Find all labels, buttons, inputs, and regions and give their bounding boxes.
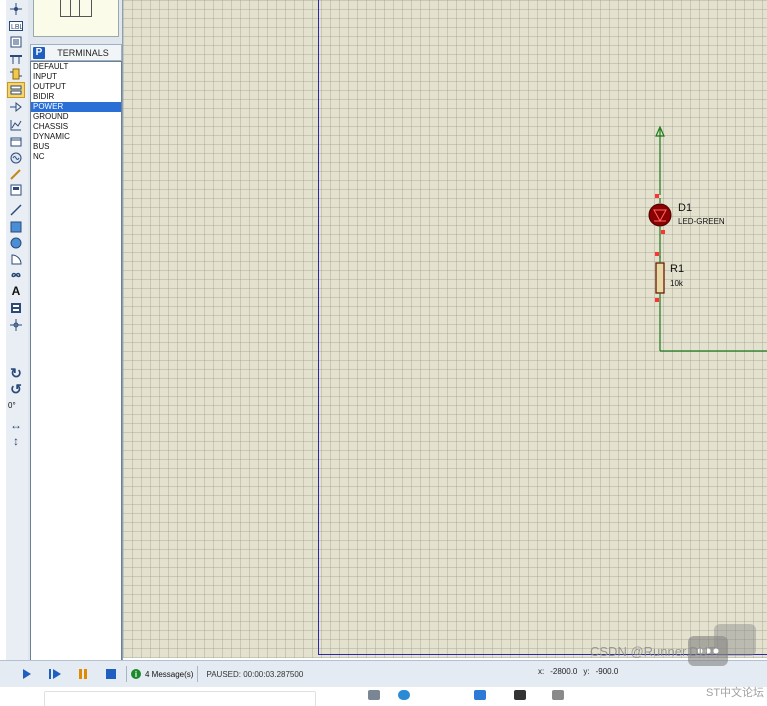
step-button[interactable] bbox=[44, 664, 66, 684]
cursor-coordinates: x: -2800.0 y: -900.0 bbox=[538, 667, 624, 676]
d1-anode-pin bbox=[655, 194, 659, 198]
box-tool-icon[interactable] bbox=[8, 220, 24, 234]
terminal-item-input[interactable]: INPUT bbox=[31, 72, 121, 82]
status-bar: i 4 Message(s) PAUSED: 00:00:03.287500 x… bbox=[0, 660, 767, 687]
terminal-item-bus[interactable]: BUS bbox=[31, 142, 121, 152]
y-value: -900.0 bbox=[595, 667, 619, 676]
taskbar-app-icon[interactable] bbox=[398, 690, 410, 700]
terminals-tool-icon[interactable] bbox=[7, 82, 25, 98]
r1-ref-label[interactable]: R1 bbox=[670, 263, 684, 275]
schematic-drawing bbox=[648, 125, 767, 352]
terminal-item-default[interactable]: DEFAULT bbox=[31, 62, 121, 72]
terminal-item-bidir[interactable]: BIDIR bbox=[31, 92, 121, 102]
status-separator bbox=[197, 666, 199, 682]
status-separator bbox=[126, 666, 127, 682]
rotate-clockwise-icon[interactable]: ↻ bbox=[8, 365, 24, 381]
taskbar-app-icon[interactable] bbox=[368, 690, 380, 700]
circle-tool-icon[interactable] bbox=[8, 236, 24, 250]
d1-ref-label[interactable]: D1 bbox=[678, 202, 692, 214]
play-button[interactable] bbox=[16, 664, 38, 684]
path-tool-icon[interactable] bbox=[8, 268, 24, 282]
terminal-item-output[interactable]: OUTPUT bbox=[31, 82, 121, 92]
watermark-text: CSDN @Runner.DUT bbox=[590, 644, 716, 659]
text-tool-icon[interactable]: A bbox=[8, 284, 24, 298]
tape-tool-icon[interactable] bbox=[8, 135, 24, 149]
overview-view-rect bbox=[70, 0, 80, 16]
d1-cathode-pin bbox=[661, 230, 665, 234]
r1-bottom-pin bbox=[655, 298, 659, 302]
stop-button[interactable] bbox=[100, 664, 122, 684]
taskbar bbox=[0, 687, 767, 706]
marker-tool-icon[interactable] bbox=[8, 318, 24, 332]
message-count-text: 4 Message(s) bbox=[145, 669, 194, 679]
r1-top-pin bbox=[655, 252, 659, 256]
terminal-item-nc[interactable]: NC bbox=[31, 152, 121, 162]
power-terminal-symbol[interactable] bbox=[655, 125, 665, 195]
text-script-tool-icon[interactable] bbox=[8, 35, 24, 49]
message-count[interactable]: i 4 Message(s) bbox=[131, 669, 193, 679]
wire-label-tool-icon[interactable]: LBL bbox=[8, 19, 24, 33]
y-label: y: bbox=[583, 667, 590, 676]
watermark-subtext: ST中文论坛 bbox=[706, 687, 765, 699]
device-pins-tool-icon[interactable] bbox=[8, 100, 24, 114]
proteus-window: LBL A ↻ ↺ 0° ↔ ↕ P TERMINALS DEFAULT INP… bbox=[0, 0, 767, 706]
line-tool-icon[interactable] bbox=[8, 203, 24, 217]
pause-icon bbox=[79, 669, 87, 679]
svg-text:LBL: LBL bbox=[11, 24, 23, 31]
overview-window[interactable] bbox=[33, 0, 119, 37]
mirror-vertical-icon[interactable]: ↕ bbox=[8, 434, 24, 448]
mirror-horizontal-icon[interactable]: ↔ bbox=[8, 418, 24, 432]
symbol-tool-icon[interactable] bbox=[8, 301, 24, 315]
object-selector-panel: P TERMINALS DEFAULT INPUT OUTPUT BIDIR P… bbox=[28, 0, 123, 663]
generator-tool-icon[interactable] bbox=[8, 151, 24, 165]
simulation-status: PAUSED: 00:00:03.287500 bbox=[206, 669, 304, 679]
r1-resistor-symbol[interactable] bbox=[655, 256, 665, 351]
info-icon: i bbox=[131, 669, 141, 679]
pick-devices-button[interactable]: P bbox=[33, 46, 45, 59]
terminal-item-ground[interactable]: GROUND bbox=[31, 112, 121, 122]
stop-icon bbox=[106, 669, 116, 679]
junction-tool-icon[interactable] bbox=[8, 2, 24, 16]
r1-value-label[interactable]: 10k bbox=[670, 279, 683, 288]
d1-led-symbol[interactable] bbox=[648, 198, 672, 258]
taskbar-app-icon[interactable] bbox=[474, 690, 486, 700]
terminal-list[interactable]: DEFAULT INPUT OUTPUT BIDIR POWER GROUND … bbox=[30, 61, 122, 663]
virtual-instruments-tool-icon[interactable] bbox=[8, 183, 24, 197]
x-label: x: bbox=[538, 667, 545, 676]
selector-header: P TERMINALS bbox=[30, 44, 122, 61]
graph-tool-icon[interactable] bbox=[8, 118, 24, 132]
step-icon bbox=[49, 669, 61, 679]
arc-tool-icon[interactable] bbox=[8, 252, 24, 266]
taskbar-search-field[interactable] bbox=[44, 691, 316, 706]
subcircuit-tool-icon[interactable] bbox=[8, 67, 24, 81]
taskbar-app-icon[interactable] bbox=[552, 690, 564, 700]
taskbar-app-icon[interactable] bbox=[514, 690, 526, 700]
mode-toolbar: LBL A ↻ ↺ 0° ↔ ↕ bbox=[6, 0, 29, 660]
x-value: -2800.0 bbox=[550, 667, 578, 676]
terminal-item-power[interactable]: POWER bbox=[31, 102, 121, 112]
selector-title: TERMINALS bbox=[57, 47, 109, 58]
rotate-counterclockwise-icon[interactable]: ↺ bbox=[8, 381, 24, 397]
pause-button[interactable] bbox=[72, 664, 94, 684]
schematic-canvas[interactable]: D1 LED-GREEN R1 10k bbox=[123, 0, 767, 658]
play-icon bbox=[23, 669, 31, 679]
d1-value-label[interactable]: LED-GREEN bbox=[678, 217, 725, 226]
terminal-item-chassis[interactable]: CHASSIS bbox=[31, 122, 121, 132]
bus-tool-icon[interactable] bbox=[8, 51, 24, 65]
rotation-angle-field[interactable]: 0° bbox=[8, 398, 24, 412]
voltage-probe-tool-icon[interactable] bbox=[8, 167, 24, 181]
terminal-item-dynamic[interactable]: DYNAMIC bbox=[31, 132, 121, 142]
